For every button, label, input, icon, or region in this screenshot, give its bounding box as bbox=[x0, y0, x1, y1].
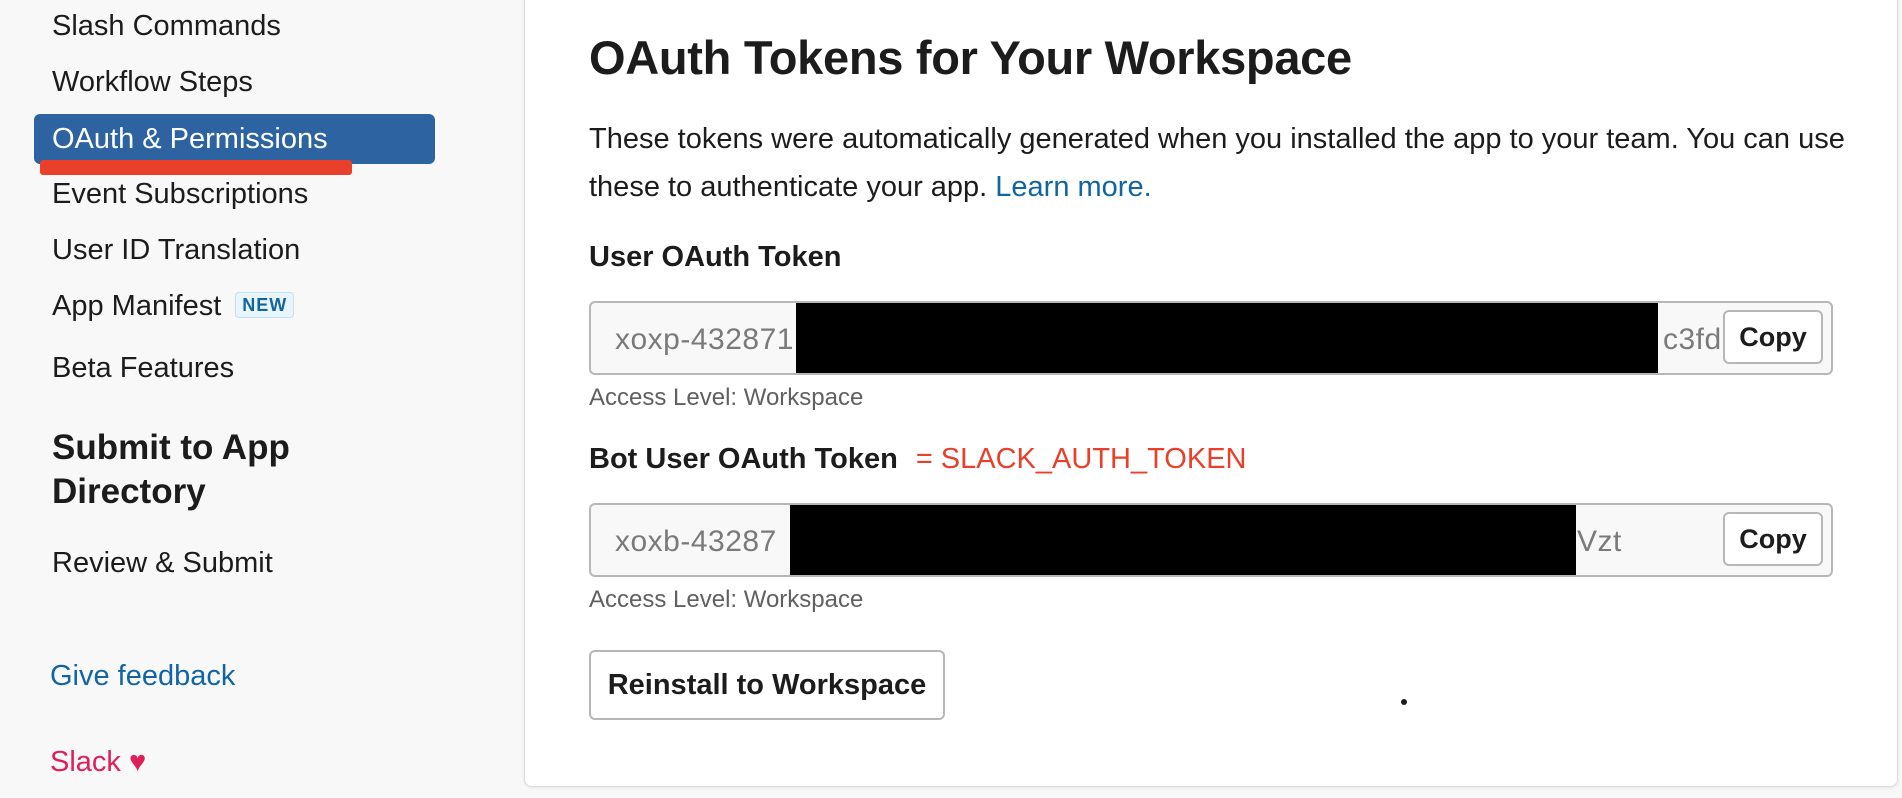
slack-footer: Slack ♥ bbox=[50, 746, 147, 778]
sidebar-section-title: Submit to App Directory bbox=[52, 428, 290, 511]
user-token-field[interactable]: xoxp-432871 c3fd5 Copy bbox=[589, 301, 1833, 375]
sidebar-item-event-subscriptions[interactable]: Event Subscriptions bbox=[52, 180, 308, 209]
token-annotation: = SLACK_AUTH_TOKEN bbox=[915, 443, 1247, 475]
bot-token-access-level: Access Level: Workspace bbox=[589, 586, 864, 613]
sidebar-item-label: App Manifest bbox=[52, 290, 222, 322]
sidebar-item-app-manifest[interactable]: App Manifest NEW bbox=[52, 290, 295, 322]
copy-bot-token-button[interactable]: Copy bbox=[1723, 512, 1823, 566]
page-description: These tokens were automatically generate… bbox=[589, 115, 1849, 211]
bot-token-suffix: Vzt bbox=[1577, 525, 1622, 558]
annotation-underline bbox=[40, 160, 352, 175]
bot-token-field[interactable]: xoxb-43287 Vzt Copy bbox=[589, 503, 1833, 577]
user-token-label: User OAuth Token bbox=[589, 241, 842, 273]
redaction-block bbox=[796, 303, 1658, 373]
bot-token-prefix: xoxb-43287 bbox=[615, 525, 777, 558]
description-text: These tokens were automatically generate… bbox=[589, 123, 1845, 203]
cursor-dot bbox=[1401, 699, 1407, 705]
redaction-block bbox=[790, 505, 1576, 575]
user-token-access-level: Access Level: Workspace bbox=[589, 384, 864, 411]
bot-token-label: Bot User OAuth Token = SLACK_AUTH_TOKEN bbox=[589, 443, 1246, 476]
sidebar-item-review-submit[interactable]: Review & Submit bbox=[52, 549, 273, 578]
learn-more-link[interactable]: Learn more. bbox=[995, 171, 1151, 203]
sidebar-item-workflow-steps[interactable]: Workflow Steps bbox=[52, 68, 253, 97]
copy-user-token-button[interactable]: Copy bbox=[1723, 310, 1823, 364]
user-token-prefix: xoxp-432871 bbox=[615, 323, 794, 356]
new-badge: NEW bbox=[235, 292, 295, 318]
give-feedback-link[interactable]: Give feedback bbox=[50, 660, 235, 693]
sidebar-item-label: OAuth & Permissions bbox=[52, 123, 328, 155]
sidebar-item-slash-commands[interactable]: Slash Commands bbox=[52, 12, 281, 41]
sidebar-item-user-id-translation[interactable]: User ID Translation bbox=[52, 236, 300, 265]
reinstall-to-workspace-button[interactable]: Reinstall to Workspace bbox=[589, 650, 945, 720]
page-title: OAuth Tokens for Your Workspace bbox=[589, 31, 1352, 84]
sidebar-item-oauth-permissions[interactable]: OAuth & Permissions bbox=[34, 114, 435, 164]
sidebar: Slash Commands Workflow Steps OAuth & Pe… bbox=[0, 0, 522, 798]
sidebar-item-beta-features[interactable]: Beta Features bbox=[52, 354, 234, 383]
bot-token-label-text: Bot User OAuth Token bbox=[589, 443, 898, 475]
main-panel: OAuth Tokens for Your Workspace These to… bbox=[524, 0, 1898, 787]
